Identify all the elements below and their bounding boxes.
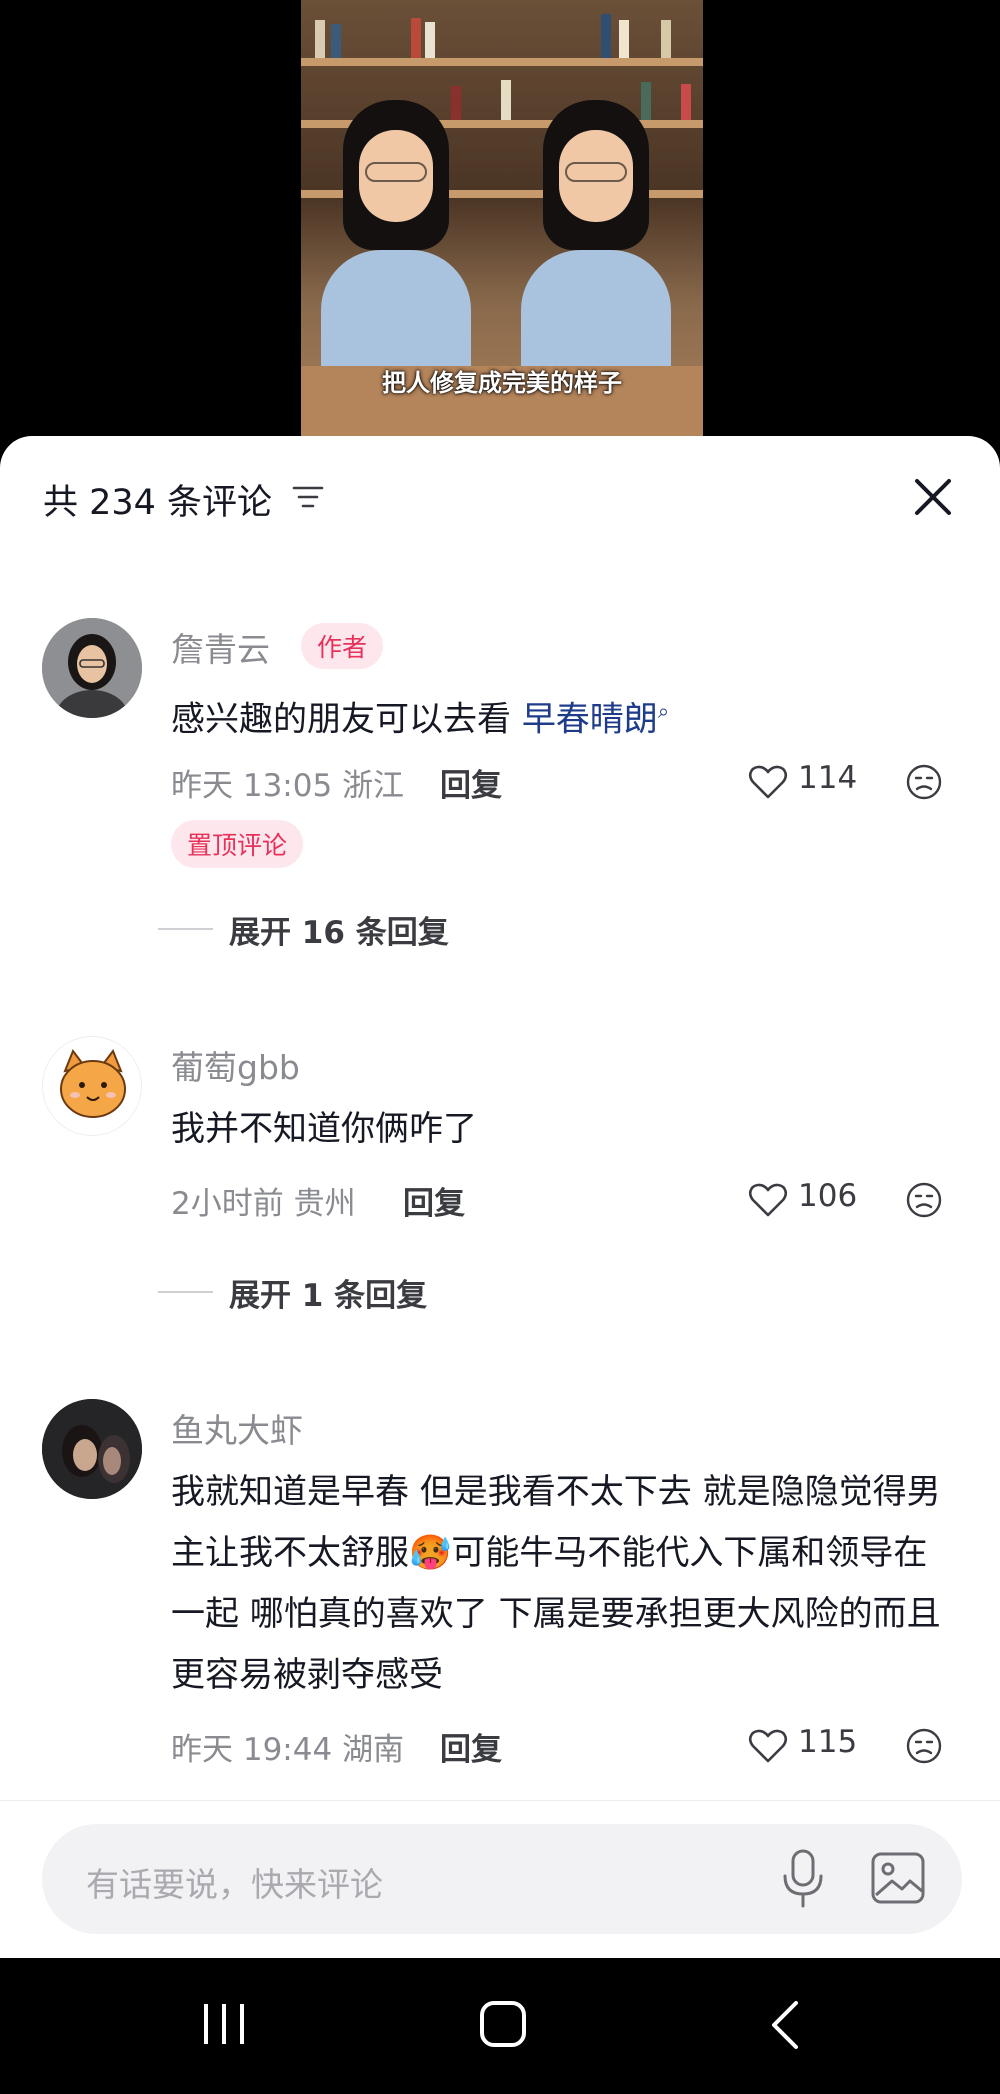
comments-sheet: 共 234 条评论 詹青云 作者 感兴趣的朋友可以去看 早春晴朗⌕ 昨天 13:… xyxy=(0,436,1000,1958)
book xyxy=(661,20,671,58)
comment-location: 贵州 xyxy=(293,1186,356,1222)
book xyxy=(315,20,325,58)
author-badge: 作者 xyxy=(301,623,384,669)
back-icon[interactable] xyxy=(770,2000,800,2050)
emoji: 🥵 xyxy=(409,1533,452,1573)
search-link[interactable]: 早春晴朗 xyxy=(522,699,658,739)
dislike-face-icon[interactable] xyxy=(905,763,943,801)
cat-avatar-icon xyxy=(43,1037,141,1135)
comments-header: 共 234 条评论 xyxy=(0,436,1000,556)
book xyxy=(331,24,341,58)
username[interactable]: 詹青云 xyxy=(171,623,270,671)
recent-apps-icon[interactable] xyxy=(200,2002,248,2046)
image-icon[interactable] xyxy=(870,1851,926,1905)
bookshelf-shelf xyxy=(301,58,703,66)
comment-count-title: 共 234 条评论 xyxy=(43,483,273,523)
expand-replies-button[interactable]: 展开 1 条回复 xyxy=(229,1270,427,1315)
system-navbar xyxy=(0,1958,1000,2094)
pinned-badge: 置顶评论 xyxy=(171,820,304,868)
microphone-icon[interactable] xyxy=(778,1848,828,1910)
video-area[interactable]: 把人修复成完美的样子 xyxy=(0,0,1000,436)
video-caption: 把人修复成完美的样子 xyxy=(382,369,622,397)
comment-text: 感兴趣的朋友可以去看 早春晴朗⌕ xyxy=(171,681,961,750)
like-count: 114 xyxy=(798,760,858,796)
comment-time: 2小时前 xyxy=(171,1186,284,1222)
comment-time: 昨天 19:44 xyxy=(171,1732,333,1768)
reply-button[interactable]: 回复 xyxy=(440,1724,502,1769)
close-icon[interactable] xyxy=(908,472,958,522)
book xyxy=(425,22,435,58)
comment-text-part: 感兴趣的朋友可以去看 xyxy=(171,699,522,740)
comment-meta: 2小时前 贵州 xyxy=(171,1178,356,1223)
comment-text: 我就知道是早春 但是我看不太下去 就是隐隐觉得男主让我不太舒服🥵可能牛马不能代入… xyxy=(171,1462,961,1706)
heart-icon[interactable] xyxy=(748,1182,788,1218)
book xyxy=(601,14,611,58)
home-icon[interactable] xyxy=(480,2001,526,2047)
expand-divider-line xyxy=(158,928,213,930)
dislike-face-icon[interactable] xyxy=(905,1181,943,1219)
avatar[interactable] xyxy=(42,1399,142,1499)
person-right xyxy=(521,100,671,380)
comment-time: 昨天 13:05 xyxy=(171,768,333,804)
filter-icon[interactable] xyxy=(292,482,324,512)
person-left xyxy=(321,100,471,380)
heart-icon[interactable] xyxy=(748,1728,788,1764)
comment-input[interactable]: 有话要说，快来评论 xyxy=(42,1824,962,1934)
book xyxy=(501,80,511,120)
input-divider xyxy=(0,1800,1000,1801)
avatar-image xyxy=(42,618,142,718)
expand-divider-line xyxy=(158,1291,213,1293)
book xyxy=(619,20,629,58)
video-thumbnail[interactable]: 把人修复成完美的样子 xyxy=(301,0,703,436)
book xyxy=(411,18,421,58)
comment-location: 浙江 xyxy=(342,768,405,804)
avatar[interactable] xyxy=(42,618,142,718)
avatar[interactable] xyxy=(42,1036,142,1136)
book xyxy=(681,84,691,120)
username[interactable]: 鱼丸大虾 xyxy=(171,1404,303,1452)
heart-icon[interactable] xyxy=(748,764,788,800)
like-count: 115 xyxy=(798,1724,858,1760)
comment-text: 我并不知道你俩咋了 xyxy=(171,1109,477,1149)
reply-button[interactable]: 回复 xyxy=(440,760,502,805)
search-icon[interactable]: ⌕ xyxy=(658,699,669,723)
expand-replies-button[interactable]: 展开 16 条回复 xyxy=(229,907,449,952)
avatar-image xyxy=(42,1399,142,1499)
reply-button[interactable]: 回复 xyxy=(403,1178,465,1223)
comment-input-placeholder: 有话要说，快来评论 xyxy=(86,1865,383,1904)
username[interactable]: 葡萄gbb xyxy=(171,1041,300,1089)
like-count: 106 xyxy=(798,1178,858,1214)
comment-meta: 昨天 19:44 湖南 xyxy=(171,1724,404,1769)
comment-location: 湖南 xyxy=(342,1732,405,1768)
comment-meta: 昨天 13:05 浙江 xyxy=(171,760,404,805)
dislike-face-icon[interactable] xyxy=(905,1727,943,1765)
